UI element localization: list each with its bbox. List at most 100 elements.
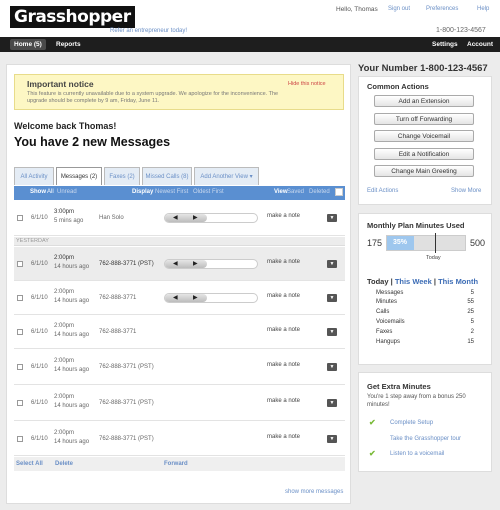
message-caller: 762-888-3771 (PST) [99, 400, 154, 406]
rewind-icon[interactable]: ◀ [173, 294, 178, 302]
help-link[interactable]: Help [477, 6, 489, 12]
hide-notice-link[interactable]: Hide this notice [288, 81, 326, 87]
complete-setup-link[interactable]: Complete Setup [390, 420, 433, 426]
stat-label: Hangups [376, 339, 401, 345]
row-checkbox[interactable] [17, 295, 23, 301]
tab-missed-calls[interactable]: Missed Calls (8) [142, 167, 192, 185]
row-checkbox[interactable] [17, 215, 23, 221]
audio-player[interactable]: ◀ ▶ [164, 213, 258, 223]
newest-first-link[interactable]: Newest First [155, 189, 188, 195]
stat-label: Calls [376, 309, 390, 315]
message-row[interactable]: 6/1/10 2:00pm 14 hours ago 762-888-3771 … [14, 422, 345, 456]
stat-label: Messages [376, 290, 404, 296]
playback-controls[interactable]: ◀ ▶ [165, 214, 207, 222]
view-label: View [274, 189, 288, 195]
make-note-link[interactable]: make a note [267, 362, 300, 368]
show-more-messages-link[interactable]: show more messages [285, 489, 343, 495]
period-this-week[interactable]: This Week [395, 277, 432, 286]
message-ago: 14 hours ago [54, 367, 90, 373]
change-main-greeting-button[interactable]: Change Main Greeting [374, 165, 474, 177]
show-more-actions-link[interactable]: Show More [451, 188, 481, 194]
edit-notification-button[interactable]: Edit a Notification [374, 148, 474, 160]
grasshopper-tour-link[interactable]: Take the Grasshopper tour [390, 436, 461, 442]
message-time: 2:00pm [54, 358, 75, 364]
tab-faxes[interactable]: Faxes (2) [104, 167, 140, 185]
audio-player[interactable]: ◀ ▶ [164, 293, 258, 303]
period-this-month[interactable]: This Month [438, 277, 478, 286]
make-note-link[interactable]: make a note [267, 434, 300, 440]
new-messages-heading: You have 2 new Messages [14, 135, 171, 149]
row-menu-icon[interactable]: ▼ [327, 435, 337, 443]
refer-link[interactable]: Refer an entrepreneur today! [110, 28, 187, 34]
view-deleted-link[interactable]: Deleted [309, 189, 330, 195]
message-row[interactable]: 6/1/10 2:00pm 14 hours ago 762-888-3771 … [14, 282, 345, 315]
play-icon[interactable]: ▶ [193, 260, 198, 268]
audio-player[interactable]: ◀ ▶ [164, 259, 258, 269]
minutes-used-value: 175 [367, 238, 383, 248]
filter-bar: Show All Unread Display Newest First Old… [14, 186, 345, 200]
make-note-link[interactable]: make a note [267, 213, 300, 219]
change-voicemail-button[interactable]: Change Voicemail [374, 130, 474, 142]
today-marker [435, 233, 436, 253]
checkmark-icon: ✔ [369, 449, 376, 458]
today-marker-label: Today [426, 255, 441, 261]
rewind-icon[interactable]: ◀ [173, 260, 178, 268]
show-unread-link[interactable]: Unread [57, 189, 77, 195]
tab-add-view[interactable]: Add Another View ▾ [194, 167, 259, 185]
row-checkbox[interactable] [17, 329, 23, 335]
select-all-link[interactable]: Select All [16, 461, 43, 467]
nav-account[interactable]: Account [463, 39, 497, 50]
grasshopper-logo[interactable]: Grasshopper [10, 6, 135, 28]
select-all-checkbox[interactable] [335, 188, 343, 196]
turn-off-forwarding-button[interactable]: Turn off Forwarding [374, 113, 474, 125]
minutes-progress-bar: 35% [386, 235, 466, 251]
row-checkbox[interactable] [17, 364, 23, 370]
row-menu-icon[interactable]: ▼ [327, 363, 337, 371]
checkmark-icon: ✔ [369, 418, 376, 427]
row-checkbox[interactable] [17, 261, 23, 267]
tab-messages[interactable]: Messages (2) [56, 167, 102, 185]
minutes-heading: Monthly Plan Minutes Used [367, 221, 465, 230]
edit-actions-link[interactable]: Edit Actions [367, 188, 398, 194]
delete-link[interactable]: Delete [55, 461, 73, 467]
message-row[interactable]: 6/1/10 3:00pm 5 mins ago Han Solo ◀ ▶ ma… [14, 201, 345, 236]
message-row[interactable]: 6/1/10 2:00pm 14 hours ago 762-888-3771 … [14, 316, 345, 349]
row-checkbox[interactable] [17, 436, 23, 442]
preferences-link[interactable]: Preferences [426, 6, 458, 12]
row-menu-icon[interactable]: ▼ [327, 260, 337, 268]
oldest-first-link[interactable]: Oldest First [193, 189, 224, 195]
forward-link[interactable]: Forward [164, 461, 188, 467]
nav-home[interactable]: Home (5) [10, 39, 46, 50]
show-all-link[interactable]: All [47, 189, 54, 195]
tab-all-activity[interactable]: All Activity [14, 167, 54, 185]
make-note-link[interactable]: make a note [267, 398, 300, 404]
important-notice: Important notice Hide this notice This f… [14, 74, 344, 110]
message-row[interactable]: 6/1/10 2:00pm 14 hours ago 762-888-3771 … [14, 386, 345, 421]
row-checkbox[interactable] [17, 400, 23, 406]
play-icon[interactable]: ▶ [193, 294, 198, 302]
add-extension-button[interactable]: Add an Extension [374, 95, 474, 107]
period-today[interactable]: Today [367, 277, 389, 286]
message-row[interactable]: 6/1/10 2:00pm 14 hours ago 762-888-3771 … [14, 247, 345, 281]
make-note-link[interactable]: make a note [267, 259, 300, 265]
play-icon[interactable]: ▶ [193, 214, 198, 222]
minutes-percent: 35% [393, 239, 408, 246]
message-caller: 762-888-3771 (PST) [99, 364, 154, 370]
make-note-link[interactable]: make a note [267, 327, 300, 333]
sign-out-link[interactable]: Sign out [388, 6, 410, 12]
make-note-link[interactable]: make a note [267, 293, 300, 299]
listen-voicemail-link[interactable]: Listen to a voicemail [390, 451, 444, 457]
playback-controls[interactable]: ◀ ▶ [165, 294, 207, 302]
row-menu-icon[interactable]: ▼ [327, 294, 337, 302]
nav-reports[interactable]: Reports [52, 39, 85, 50]
rewind-icon[interactable]: ◀ [173, 214, 178, 222]
view-saved-link[interactable]: Saved [287, 189, 304, 195]
nav-settings[interactable]: Settings [428, 39, 462, 50]
row-menu-icon[interactable]: ▼ [327, 328, 337, 336]
row-menu-icon[interactable]: ▼ [327, 399, 337, 407]
message-row[interactable]: 6/1/10 2:00pm 14 hours ago 762-888-3771 … [14, 350, 345, 385]
stat-label: Minutes [376, 299, 398, 305]
top-header: Grasshopper Refer an entrepreneur today!… [0, 0, 500, 37]
row-menu-icon[interactable]: ▼ [327, 214, 337, 222]
playback-controls[interactable]: ◀ ▶ [165, 260, 207, 268]
